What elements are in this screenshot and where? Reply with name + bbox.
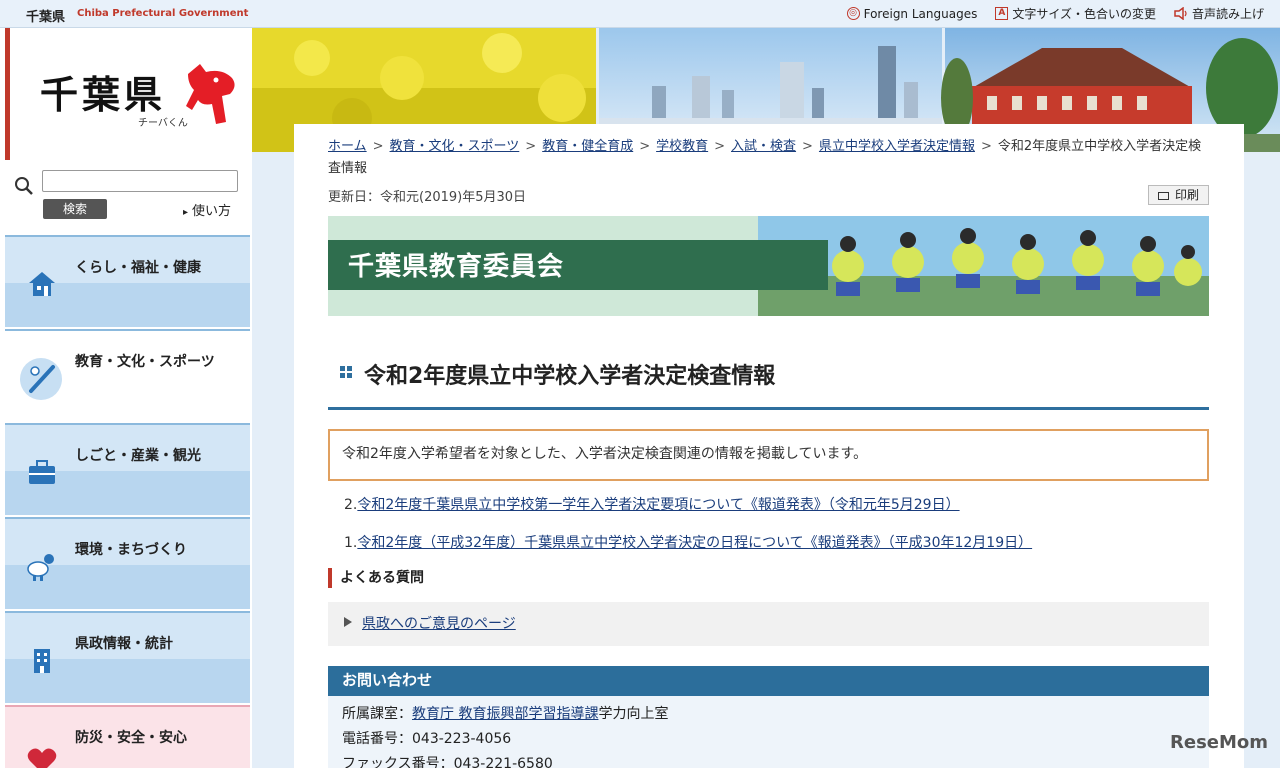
search-button[interactable]: 検索 (43, 199, 107, 219)
weather-icon (27, 554, 54, 581)
updated-date: 更新日：令和元(2019)年5月30日 (328, 190, 527, 205)
text-size-label: 文字サイズ・色合いの変更 (1012, 7, 1156, 21)
breadcrumb: ホーム > 教育・文化・スポーツ > 教育・健全育成 > 学校教育 > 入試・検査 > 県立中学校入… (328, 139, 1202, 176)
title-bullet-icon (340, 366, 352, 378)
contact-tel: 電話番号：043-223-4056 (342, 731, 512, 747)
mascot-icon (186, 64, 235, 124)
heart-icon (27, 748, 57, 768)
page-title: 令和2年度県立中学校入学者決定検査情報 (364, 364, 776, 389)
nav-item-safety[interactable]: 防災・安全・安心 (5, 705, 250, 768)
print-label: 印刷 (1174, 188, 1199, 202)
utility-tools: ◎ Foreign Languages A 文字サイズ・色合いの変更 音声読み上… (846, 5, 1264, 22)
nav-item-environment[interactable]: 環境・まちづくり (5, 517, 250, 609)
house-icon (29, 272, 55, 296)
speech-link[interactable]: 音声読み上げ (1174, 5, 1264, 22)
logo-mascot-name: チーバくん (138, 118, 188, 129)
faq-box: 県政へのご意見のページ (328, 602, 1209, 646)
top-bar: 千葉県 Chiba Prefectural Government ◎ Forei… (0, 0, 1280, 28)
watermark: ReseMom (1170, 732, 1269, 753)
contact-dept-suffix: 学力向上室 (598, 706, 669, 722)
document-link[interactable]: 令和2年度千葉県県立中学校第一学年入学者決定要項について《報道発表》（令和元年5… (357, 497, 959, 513)
contact-fax: ファックス番号：043-221-6580 (342, 756, 553, 768)
search-area: 検索 使い方 (5, 166, 250, 228)
brand-name-en: Chiba Prefectural Government (77, 8, 249, 19)
document-link[interactable]: 令和2年度（平成32年度）千葉県県立中学校入学者決定の日程について《報道発表》（… (357, 535, 1032, 551)
faq-heading: よくある質問 (328, 568, 424, 588)
search-icon (15, 177, 33, 195)
breadcrumb-link-school[interactable]: 学校教育 (656, 139, 708, 154)
building-icon (34, 649, 50, 673)
brand-name: 千葉県 (26, 10, 66, 25)
main-content: ホーム > 教育・文化・スポーツ > 教育・健全育成 > 学校教育 > 入試・検査 > 県立中学校入… (294, 124, 1244, 768)
nav-item-label: くらし・福祉・健康 (75, 260, 201, 276)
briefcase-icon (29, 460, 55, 484)
link-number: 1. (344, 535, 358, 551)
breadcrumb-link-upbringing[interactable]: 教育・健全育成 (542, 139, 633, 154)
text-size-icon: A (995, 7, 1009, 20)
page-title-block: 令和2年度県立中学校入学者決定検査情報 (328, 358, 1209, 410)
breadcrumb-link-admission[interactable]: 県立中学校入学者決定情報 (819, 139, 975, 154)
baseball-bat-icon (20, 358, 62, 400)
breadcrumb-link-home[interactable]: ホーム (328, 139, 367, 154)
link-number: 2. (344, 497, 358, 513)
contact-heading: お問い合わせ (328, 666, 1209, 696)
nav-item-label: 環境・まちづくり (75, 542, 187, 558)
nav-item-living[interactable]: くらし・福祉・健康 (5, 235, 250, 327)
foreign-languages-label: Foreign Languages (863, 6, 978, 21)
list-item: 2.令和2年度千葉県県立中学校第一学年入学者決定要項について《報道発表》（令和元… (344, 494, 1209, 532)
hero-title: 千葉県教育委員会 (348, 252, 565, 282)
nav-item-label: 県政情報・統計 (75, 636, 173, 652)
document-links: 2.令和2年度千葉県県立中学校第一学年入学者決定要項について《報道発表》（令和元… (344, 494, 1209, 570)
nav-item-label: 防災・安全・安心 (75, 730, 187, 746)
breadcrumb-link-exams[interactable]: 入試・検査 (731, 139, 796, 154)
arrow-right-icon (344, 617, 352, 627)
contact-dept: 所属課室：教育庁 教育振興部学習指導課学力向上室 (342, 702, 1195, 727)
faq-link-opinions[interactable]: 県政へのご意見のページ (362, 613, 516, 633)
foreign-languages-link[interactable]: ◎ Foreign Languages (846, 5, 978, 22)
sidebar: 千葉県 チーバくん 検索 使い方 くらし・福祉・健康 教育・文化・スポーツ しご… (0, 28, 252, 768)
list-item: 1.令和2年度（平成32年度）千葉県県立中学校入学者決定の日程について《報道発表… (344, 532, 1209, 570)
speech-label: 音声読み上げ (1191, 7, 1264, 21)
nav-item-government[interactable]: 県政情報・統計 (5, 611, 250, 703)
search-howto-link[interactable]: 使い方 (183, 200, 231, 219)
nav-item-label: しごと・産業・観光 (75, 448, 201, 464)
text-size-link[interactable]: A 文字サイズ・色合いの変更 (995, 5, 1156, 22)
print-button[interactable]: 印刷 (1148, 185, 1209, 205)
globe-icon: ◎ (846, 7, 860, 20)
contact-dept-link[interactable]: 教育庁 教育振興部学習指導課 (412, 706, 598, 722)
site-logo[interactable]: 千葉県 チーバくん (5, 28, 250, 160)
hero-banner: 千葉県教育委員会 (328, 216, 1209, 316)
printer-icon (1157, 192, 1169, 200)
notice-box: 令和2年度入学希望者を対象とした、入学者決定検査関連の情報を掲載しています。 (328, 429, 1209, 481)
breadcrumb-link-education[interactable]: 教育・文化・スポーツ (390, 139, 520, 154)
logo-title: 千葉県 (40, 72, 167, 117)
nav-item-label: 教育・文化・スポーツ (75, 354, 215, 370)
speaker-icon (1174, 7, 1187, 20)
search-input[interactable] (42, 170, 238, 192)
nav-item-work[interactable]: しごと・産業・観光 (5, 423, 250, 515)
contact-dept-label: 所属課室： (342, 706, 412, 722)
category-nav: くらし・福祉・健康 教育・文化・スポーツ しごと・産業・観光 環境・まちづくり … (5, 235, 250, 768)
nav-item-education[interactable]: 教育・文化・スポーツ (5, 329, 250, 421)
contact-body: 所属課室：教育庁 教育振興部学習指導課学力向上室 電話番号：043-223-40… (328, 696, 1209, 768)
